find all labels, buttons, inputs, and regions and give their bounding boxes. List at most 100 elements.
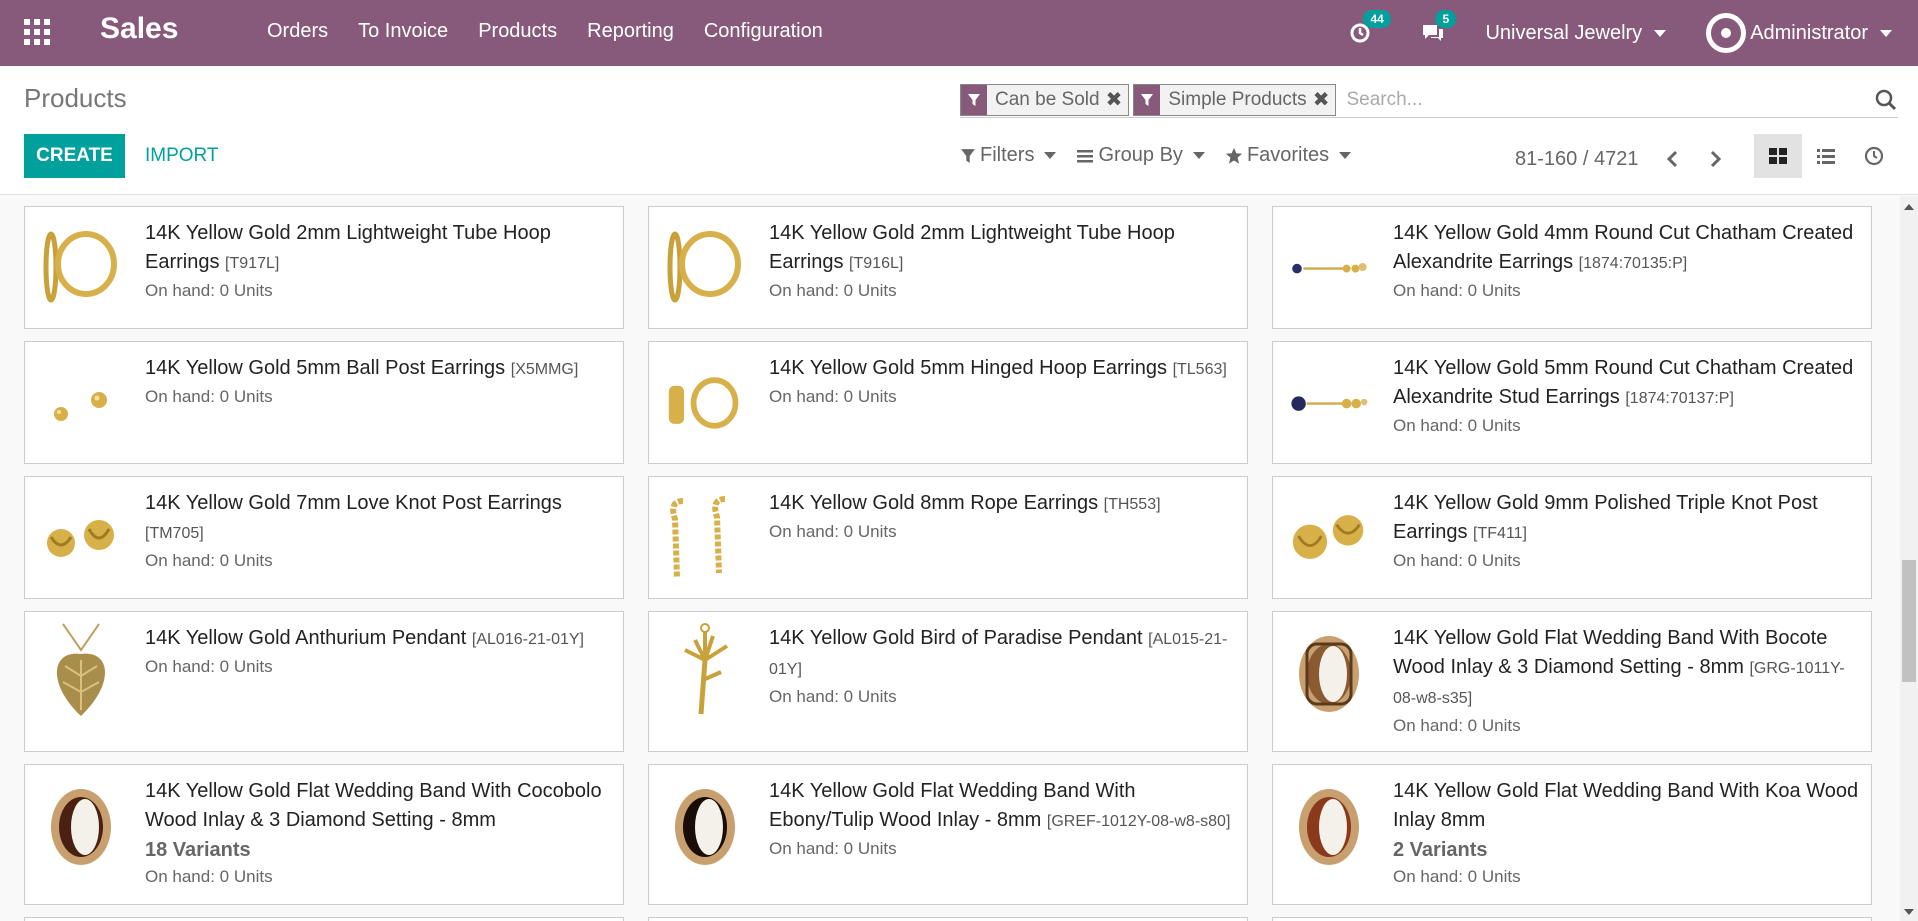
close-icon[interactable]: ✖ xyxy=(1313,87,1336,112)
pager-value[interactable]: 81-160 / 4721 xyxy=(1515,148,1638,171)
product-image xyxy=(665,622,745,718)
product-image xyxy=(665,489,745,585)
filter-icon xyxy=(961,84,987,115)
group-by-dropdown[interactable]: Group By xyxy=(1076,144,1205,167)
product-ref: [AL016-21-01Y] xyxy=(471,631,584,648)
product-image xyxy=(1289,626,1369,722)
product-card[interactable] xyxy=(24,917,624,921)
pager-previous-button[interactable] xyxy=(1658,144,1688,174)
facet-label: Can be Sold xyxy=(995,88,1100,110)
clock-icon xyxy=(1864,146,1884,166)
on-hand-qty: On hand: 0 Units xyxy=(1393,867,1521,886)
product-name: 14K Yellow Gold 2mm Lightweight Tube Hoo… xyxy=(145,222,551,273)
product-card[interactable]: 14K Yellow Gold 5mm Ball Post Earrings [… xyxy=(24,341,624,464)
product-card[interactable]: 14K Yellow Gold 5mm Hinged Hoop Earrings… xyxy=(648,341,1248,464)
on-hand-qty: On hand: 0 Units xyxy=(1393,416,1521,435)
product-card[interactable] xyxy=(1272,917,1872,921)
product-card[interactable]: 14K Yellow Gold Flat Wedding Band With B… xyxy=(1272,611,1872,752)
scrollbar-thumb[interactable] xyxy=(1902,560,1916,682)
product-name: 14K Yellow Gold 5mm Round Cut Chatham Cr… xyxy=(1393,357,1854,408)
search-options: Filters Group By Favorites xyxy=(960,144,1371,167)
user-name: Administrator xyxy=(1750,21,1868,44)
product-card[interactable]: 14K Yellow Gold 2mm Lightweight Tube Hoo… xyxy=(24,206,624,329)
menu-reporting[interactable]: Reporting xyxy=(587,20,674,43)
product-card[interactable]: 14K Yellow Gold 8mm Rope Earrings [TH553… xyxy=(648,476,1248,599)
create-button[interactable]: CREATE xyxy=(24,134,125,178)
product-name: 14K Yellow Gold 9mm Polished Triple Knot… xyxy=(1393,492,1818,543)
filter-icon xyxy=(961,148,975,163)
search-facet: Can be Sold ✖ xyxy=(960,83,1130,116)
product-card[interactable]: 14K Yellow Gold Anthurium Pendant [AL016… xyxy=(24,611,624,752)
on-hand-qty: On hand: 0 Units xyxy=(1393,281,1521,300)
pager: 81-160 / 4721 xyxy=(1515,144,1730,174)
favorites-dropdown[interactable]: Favorites xyxy=(1225,144,1352,167)
scroll-down-icon[interactable] xyxy=(1904,909,1914,915)
product-card[interactable]: 14K Yellow Gold 2mm Lightweight Tube Hoo… xyxy=(648,206,1248,329)
on-hand-qty: On hand: 0 Units xyxy=(1393,716,1521,735)
product-kanban: 14K Yellow Gold 2mm Lightweight Tube Hoo… xyxy=(0,196,1900,921)
product-card[interactable]: 14K Yellow Gold 7mm Love Knot Post Earri… xyxy=(24,476,624,599)
menu-products[interactable]: Products xyxy=(478,20,557,43)
breadcrumb: Products xyxy=(24,83,127,113)
activity-count-badge: 44 xyxy=(1363,10,1391,28)
messages-button[interactable]: 5 xyxy=(1421,10,1457,44)
filters-label: Filters xyxy=(980,144,1035,166)
user-menu[interactable]: Administrator xyxy=(1706,13,1892,53)
chevron-left-icon xyxy=(1667,150,1678,168)
product-name: 14K Yellow Gold Bird of Paradise Pendant xyxy=(769,627,1143,649)
product-card[interactable]: 14K Yellow Gold 4mm Round Cut Chatham Cr… xyxy=(1272,206,1872,329)
company-switcher[interactable]: Universal Jewelry xyxy=(1485,21,1667,45)
product-card[interactable]: 14K Yellow Gold Flat Wedding Band With K… xyxy=(1272,764,1872,905)
search-input[interactable] xyxy=(1340,83,1874,116)
kanban-grid-icon xyxy=(1769,148,1787,164)
activity-view-button[interactable] xyxy=(1850,134,1898,178)
pager-next-button[interactable] xyxy=(1700,144,1730,174)
group-by-label: Group By xyxy=(1098,144,1183,166)
navbar-right: 44 5 Universal Jewelry Administrator xyxy=(1349,0,1918,66)
on-hand-qty: On hand: 0 Units xyxy=(769,687,897,706)
product-name: 14K Yellow Gold 5mm Hinged Hoop Earrings xyxy=(769,357,1167,379)
product-image xyxy=(665,354,745,450)
variant-count: 18 Variants xyxy=(145,839,251,861)
on-hand-qty: On hand: 0 Units xyxy=(769,387,897,406)
on-hand-qty: On hand: 0 Units xyxy=(769,522,897,541)
import-button[interactable]: IMPORT xyxy=(135,134,229,178)
app-title: Sales xyxy=(100,12,179,45)
product-card[interactable]: 14K Yellow Gold Flat Wedding Band With E… xyxy=(648,764,1248,905)
menu-to-invoice[interactable]: To Invoice xyxy=(358,20,448,43)
scroll-up-icon[interactable] xyxy=(1904,204,1914,210)
product-image xyxy=(1289,354,1369,450)
product-image xyxy=(1289,489,1369,585)
product-card[interactable]: 14K Yellow Gold 5mm Round Cut Chatham Cr… xyxy=(1272,341,1872,464)
search-icon[interactable] xyxy=(1874,88,1898,112)
control-panel: Products Can be Sold ✖ Simple Products ✖… xyxy=(0,66,1918,195)
on-hand-qty: On hand: 0 Units xyxy=(145,281,273,300)
list-icon xyxy=(1817,149,1835,164)
product-ref: [1874:70135:P] xyxy=(1578,255,1688,272)
product-card[interactable]: 14K Yellow Gold Flat Wedding Band With C… xyxy=(24,764,624,905)
product-ref: [GREF-1012Y-08-w8-s80] xyxy=(1046,813,1231,830)
product-image xyxy=(665,779,745,875)
menu-configuration[interactable]: Configuration xyxy=(704,20,823,43)
close-icon[interactable]: ✖ xyxy=(1106,87,1129,112)
apps-menu-icon[interactable] xyxy=(24,19,50,45)
product-ref: [T917L] xyxy=(225,255,280,272)
filters-dropdown[interactable]: Filters xyxy=(960,144,1057,167)
product-card[interactable]: 14K Yellow Gold Bird of Paradise Pendant… xyxy=(648,611,1248,752)
list-view-button[interactable] xyxy=(1802,134,1850,178)
kanban-view-button[interactable] xyxy=(1754,134,1802,178)
product-image xyxy=(41,354,121,450)
chevron-down-icon xyxy=(1192,152,1205,159)
top-navbar: Sales Orders To Invoice Products Reporti… xyxy=(0,0,1918,66)
product-name: 14K Yellow Gold 8mm Rope Earrings xyxy=(769,492,1099,514)
company-name: Universal Jewelry xyxy=(1485,21,1643,44)
activity-button[interactable]: 44 xyxy=(1349,10,1391,44)
scrollbar[interactable] xyxy=(1900,196,1918,921)
product-image xyxy=(41,489,121,585)
product-image xyxy=(41,779,121,875)
product-image xyxy=(665,219,745,315)
menu-orders[interactable]: Orders xyxy=(267,20,328,43)
product-card[interactable] xyxy=(648,917,1248,921)
chevron-down-icon xyxy=(1880,29,1892,37)
product-card[interactable]: 14K Yellow Gold 9mm Polished Triple Knot… xyxy=(1272,476,1872,599)
